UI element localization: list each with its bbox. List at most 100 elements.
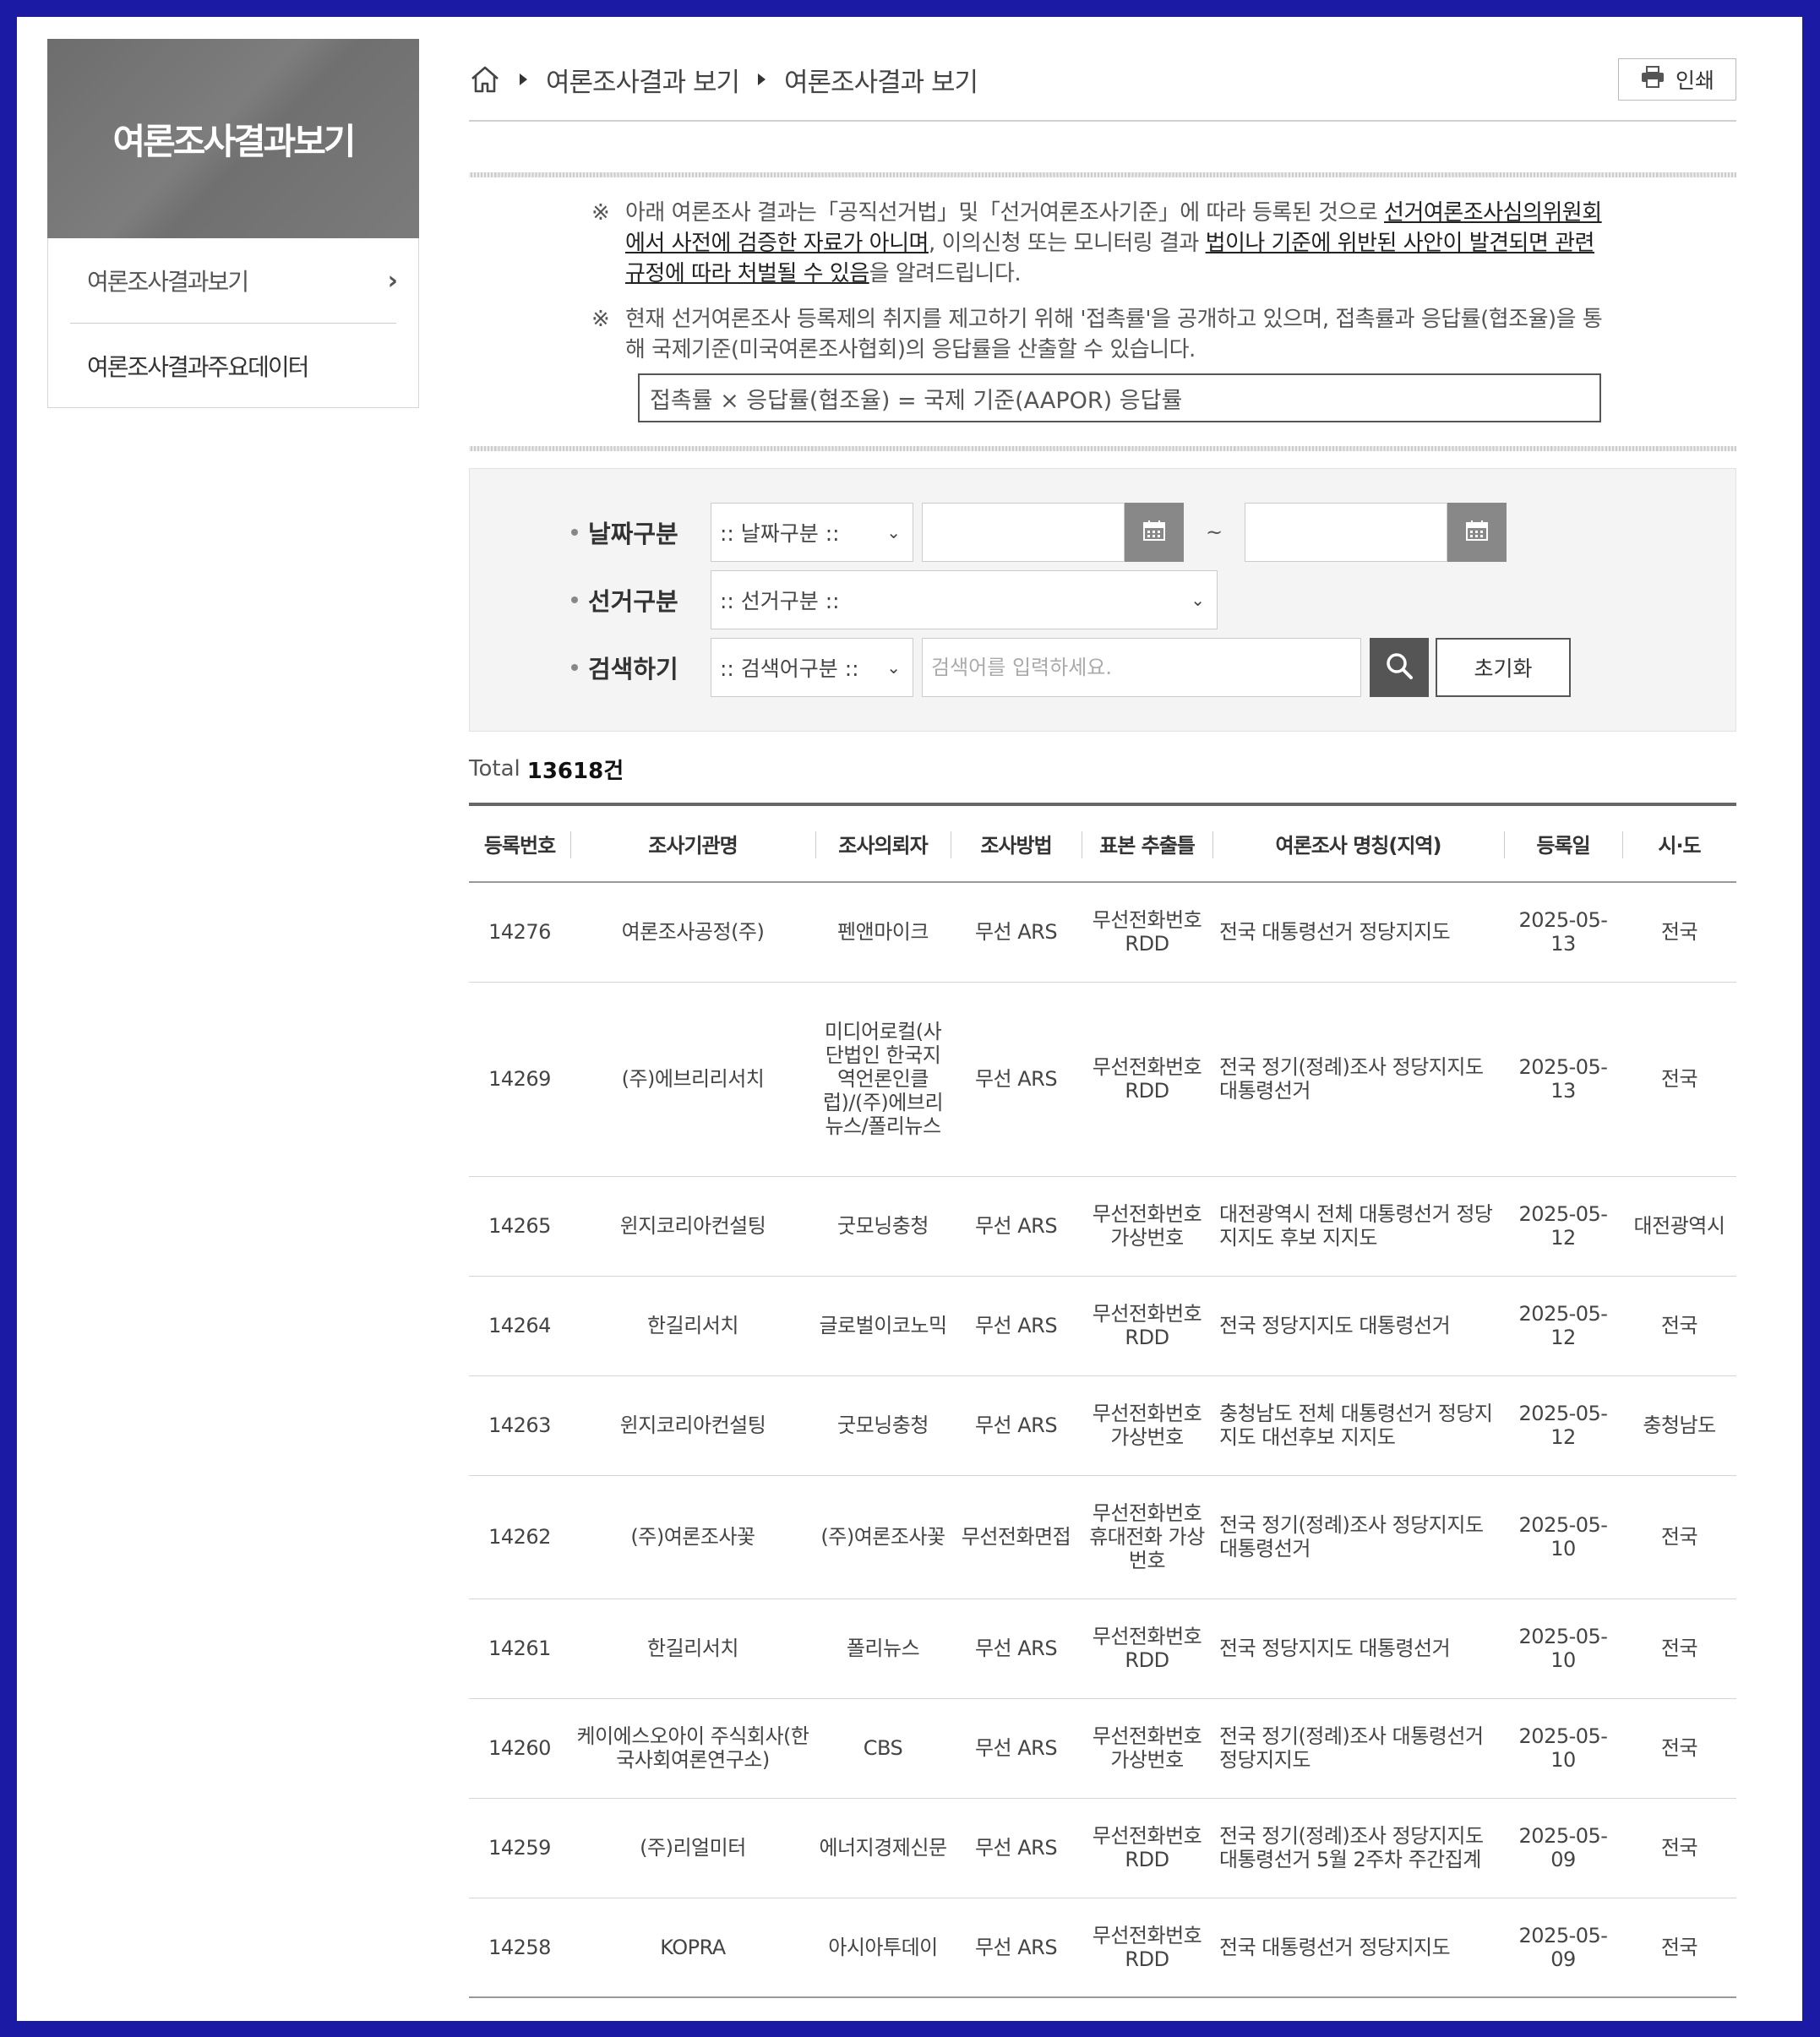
cell-title[interactable]: 전국 대통령선거 정당지지도 — [1212, 882, 1504, 983]
print-button[interactable]: 인쇄 — [1617, 58, 1736, 101]
cell-method: 무선전화면접 — [951, 1475, 1082, 1599]
cell-client: 펜앤마이크 — [815, 882, 951, 983]
sidebar-item-label: 여론조사결과주요데이터 — [87, 352, 309, 381]
table-row[interactable]: 14264 한길리서치 글로벌이코노믹 무선 ARS 무선전화번호 RDD 전국 정당지지… — [469, 1276, 1736, 1376]
table-row[interactable]: 14263 윈지코리아컨설팅 굿모닝충청 무선 ARS 무선전화번호 가상번호 충청남도 … — [469, 1375, 1736, 1476]
table-row[interactable]: 14258 KOPRA 아시아투데이 무선 ARS 무선전화번호 RDD 전국 대통령선거… — [469, 1898, 1736, 1998]
cell-method: 무선 ARS — [951, 1276, 1082, 1376]
cell-client: 글로벌이코노믹 — [815, 1276, 951, 1376]
cell-no: 14259 — [469, 1798, 570, 1898]
cell-client: CBS — [815, 1698, 951, 1799]
cell-title[interactable]: 전국 정당지지도 대통령선거 — [1212, 1276, 1504, 1376]
table-row[interactable]: 14262 (주)여론조사꽃 (주)여론조사꽃 무선전화면접 무선전화번호 휴대전화 가… — [469, 1475, 1736, 1599]
cell-title[interactable]: 전국 정기(정례)조사 정당지지도 대통령선거 — [1212, 1475, 1504, 1599]
breadcrumb-item[interactable]: 여론조사결과 보기 — [784, 61, 978, 99]
cell-method: 무선 ARS — [951, 982, 1082, 1177]
search-input[interactable] — [922, 638, 1361, 697]
column-header: 시·도 — [1622, 803, 1736, 883]
search-button[interactable] — [1370, 638, 1429, 697]
date-row: 날짜구분 :: 날짜구분 :: ⌄ ~ — [470, 503, 1507, 562]
cell-org: 한길리서치 — [570, 1599, 815, 1699]
cell-no: 14262 — [469, 1475, 570, 1599]
cell-no: 14276 — [469, 882, 570, 983]
cell-date: 2025-05-12 — [1504, 1375, 1622, 1476]
cell-title[interactable]: 전국 정기(정례)조사 대통령선거 정당지지도 — [1212, 1698, 1504, 1799]
table-body: 14276 여론조사공정(주) 펜앤마이크 무선 ARS 무선전화번호 RDD 전국 대통… — [469, 882, 1736, 1998]
breadcrumb-arrow-icon — [520, 74, 527, 85]
end-date-input[interactable] — [1245, 503, 1447, 562]
cell-region: 대전광역시 — [1622, 1176, 1736, 1277]
cell-title[interactable]: 전국 정기(정례)조사 정당지지도 대통령선거 — [1212, 982, 1504, 1177]
date-type-value: :: 날짜구분 :: — [720, 521, 840, 546]
total-count: Total 13618건 — [469, 752, 1736, 786]
cell-date: 2025-05-13 — [1504, 882, 1622, 983]
reset-button[interactable]: 초기화 — [1436, 638, 1571, 697]
cell-region: 충청남도 — [1622, 1375, 1736, 1476]
breadcrumb-item[interactable]: 여론조사결과 보기 — [546, 61, 740, 99]
keyword-label: 검색하기 — [588, 655, 678, 684]
notice-text-part: , 이의신청 또는 모니터링 결과 — [928, 231, 1206, 256]
cell-title[interactable]: 전국 정당지지도 대통령선거 — [1212, 1599, 1504, 1699]
table-row[interactable]: 14276 여론조사공정(주) 펜앤마이크 무선 ARS 무선전화번호 RDD 전국 대통… — [469, 882, 1736, 983]
date-type-select[interactable]: :: 날짜구분 :: ⌄ — [711, 503, 913, 562]
cell-region: 전국 — [1622, 982, 1736, 1177]
cell-region: 전국 — [1622, 1599, 1736, 1699]
notice-text: 현재 선거여론조사 등록제의 취지를 제고하기 위해 '접촉률'을 공개하고 있… — [625, 307, 1603, 362]
search-panel: 날짜구분 :: 날짜구분 :: ⌄ ~ 선거구분:: 선거구분:: ⌄ 검색… — [469, 468, 1736, 732]
election-type-select[interactable]: :: 선거구분 :: ⌄ — [711, 570, 1218, 629]
cell-title[interactable]: 충청남도 전체 대통령선거 정당지지도 대선후보 지지도 — [1212, 1375, 1504, 1476]
results-table: 등록번호 조사기관명 조사의뢰자 조사방법 표본 추출틀 여론조사 명칭(지역)… — [469, 803, 1736, 1998]
keyword-type-select[interactable]: :: 검색어구분 :: ⌄ — [711, 638, 913, 697]
cell-method: 무선 ARS — [951, 882, 1082, 983]
total-value: 13618건 — [526, 758, 624, 784]
table-row[interactable]: 14259 (주)리얼미터 에너지경제신문 무선 ARS 무선전화번호 RDD 전국 정기… — [469, 1798, 1736, 1898]
cell-client: 폴리뉴스 — [815, 1599, 951, 1699]
table-header-row: 등록번호 조사기관명 조사의뢰자 조사방법 표본 추출틀 여론조사 명칭(지역)… — [469, 803, 1736, 883]
cell-date: 2025-05-09 — [1504, 1798, 1622, 1898]
column-header: 조사기관명 — [570, 803, 815, 883]
sidebar-item-poll-results[interactable]: 여론조사결과보기 › — [70, 238, 398, 323]
sidebar-item-key-data[interactable]: 여론조사결과주요데이터 — [70, 323, 396, 407]
cell-date: 2025-05-12 — [1504, 1176, 1622, 1277]
cell-no: 14263 — [469, 1375, 570, 1476]
cell-date: 2025-05-09 — [1504, 1898, 1622, 1998]
table-row[interactable]: 14265 윈지코리아컨설팅 굿모닝충청 무선 ARS 무선전화번호 가상번호 대전광역시… — [469, 1176, 1736, 1277]
start-date-calendar-button[interactable] — [1125, 503, 1184, 562]
start-date-input[interactable] — [922, 503, 1125, 562]
cell-region: 전국 — [1622, 1475, 1736, 1599]
breadcrumb: 여론조사결과 보기 여론조사결과 보기 — [469, 61, 978, 99]
keyword-row: 검색하기 :: 검색어구분 :: ⌄ 초기화 — [470, 638, 1571, 697]
table-row[interactable]: 14260 케이에스오아이 주식회사(한국사회여론연구소) CBS 무선 ARS 무선전… — [469, 1698, 1736, 1799]
chevron-down-icon: ⌄ — [886, 657, 901, 678]
search-icon — [1385, 651, 1414, 684]
notice-line: ※ 아래 여론조사 결과는「공직선거법」및「선거여론조사기준」에 따라 등록된 … — [469, 198, 1736, 289]
table-row[interactable]: 14269 (주)에브리리서치 미디어로컬(사단법인 한국지역언론인클럽)/(주)에… — [469, 982, 1736, 1177]
cell-frame: 무선전화번호 RDD — [1082, 882, 1212, 983]
cell-no: 14265 — [469, 1176, 570, 1277]
cell-org: 윈지코리아컨설팅 — [570, 1375, 815, 1476]
bullet-icon — [571, 529, 578, 536]
cell-frame: 무선전화번호 RDD — [1082, 1599, 1212, 1699]
election-row: 선거구분 :: 선거구분 :: ⌄ — [470, 570, 1218, 629]
cell-title[interactable]: 대전광역시 전체 대통령선거 정당지지도 후보 지지도 — [1212, 1176, 1504, 1277]
cell-title[interactable]: 전국 정기(정례)조사 정당지지도 대통령선거 5월 2주차 주간집계 — [1212, 1798, 1504, 1898]
table-row[interactable]: 14261 한길리서치 폴리뉴스 무선 ARS 무선전화번호 RDD 전국 정당지지도 대… — [469, 1599, 1736, 1699]
cell-title[interactable]: 전국 대통령선거 정당지지도 — [1212, 1898, 1504, 1998]
calendar-icon — [1142, 520, 1166, 545]
cell-method: 무선 ARS — [951, 1375, 1082, 1476]
cell-org: KOPRA — [570, 1898, 815, 1998]
notice-text-part: 아래 여론조사 결과는「공직선거법」및「선거여론조사기준」에 따라 등록된 것으… — [625, 200, 1385, 226]
cell-org: (주)리얼미터 — [570, 1798, 815, 1898]
cell-no: 14260 — [469, 1698, 570, 1799]
chevron-right-icon: › — [387, 265, 398, 296]
home-icon[interactable] — [469, 63, 501, 95]
cell-region: 전국 — [1622, 1898, 1736, 1998]
column-header: 여론조사 명칭(지역) — [1212, 803, 1504, 883]
keyword-label-wrap: 검색하기 — [470, 650, 711, 685]
election-label-wrap: 선거구분 — [470, 582, 711, 618]
date-label-wrap: 날짜구분 — [470, 515, 711, 550]
sidebar-menu: 여론조사결과보기 › 여론조사결과주요데이터 — [47, 238, 419, 408]
breadcrumb-arrow-icon — [758, 74, 766, 85]
date-range-separator: ~ — [1205, 520, 1223, 544]
end-date-calendar-button[interactable] — [1447, 503, 1507, 562]
